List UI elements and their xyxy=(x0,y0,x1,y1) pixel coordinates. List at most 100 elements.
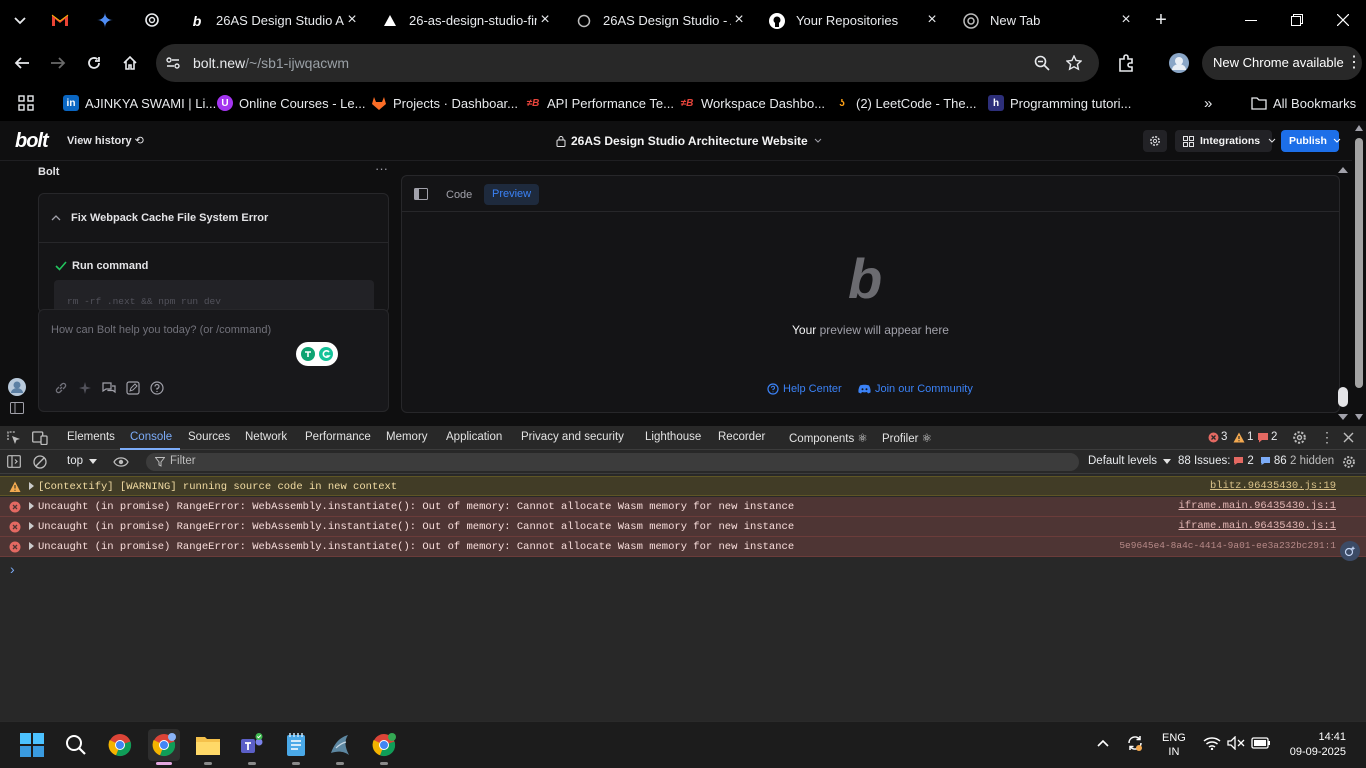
tab-search-icon[interactable] xyxy=(4,6,36,34)
console-message-error[interactable]: Uncaught (in promise) RangeError: WebAss… xyxy=(0,537,1366,557)
chrome-active-taskbar-icon[interactable] xyxy=(148,729,180,761)
issues-counter[interactable]: 2 xyxy=(1257,431,1277,443)
file-explorer-icon[interactable] xyxy=(192,729,224,761)
console-prompt[interactable]: › xyxy=(10,561,15,577)
pinned-tab-gemini[interactable] xyxy=(89,6,121,34)
mysql-workbench-icon[interactable] xyxy=(324,729,356,761)
expand-arrow-icon[interactable] xyxy=(29,522,34,530)
restore-icon[interactable] xyxy=(1274,0,1320,40)
devtools-tab-console[interactable]: Console xyxy=(130,431,172,443)
window-close-icon[interactable] xyxy=(1320,0,1366,40)
reload-icon[interactable] xyxy=(80,49,108,77)
devtools-tab-lighthouse[interactable]: Lighthouse xyxy=(645,431,701,443)
new-tab-plus-icon[interactable]: + xyxy=(1145,6,1177,34)
publish-button[interactable]: Publish xyxy=(1281,130,1341,152)
chrome-profile-taskbar-icon[interactable] xyxy=(368,729,400,761)
extensions-icon[interactable] xyxy=(1112,49,1140,77)
live-expression-eye-icon[interactable] xyxy=(113,456,129,468)
devtools-tab-recorder[interactable]: Recorder xyxy=(718,431,765,443)
tab-bolt[interactable]: b 26AS Design Studio Ar × xyxy=(178,4,368,37)
tab-new-tab[interactable]: New Tab × xyxy=(952,4,1142,37)
volume-muted-icon[interactable] xyxy=(1227,736,1245,750)
clear-console-icon[interactable] xyxy=(33,455,47,469)
chevron-up-icon[interactable] xyxy=(51,214,61,221)
console-settings-gear-icon[interactable] xyxy=(1342,455,1356,469)
ai-assistance-icon[interactable] xyxy=(1340,541,1360,561)
devtools-tab-sources[interactable]: Sources xyxy=(188,431,230,443)
console-filter-input[interactable]: Filter xyxy=(146,453,1079,471)
close-icon[interactable]: × xyxy=(1118,12,1134,29)
battery-charging-icon[interactable] xyxy=(1251,736,1271,750)
sync-icon[interactable] xyxy=(1126,734,1144,752)
tab-vercel[interactable]: 26-as-design-studio-fir × xyxy=(371,4,561,37)
scrollbar-thumb[interactable] xyxy=(1355,138,1363,388)
devtools-tab-application[interactable]: Application xyxy=(446,431,502,443)
message-source-link[interactable]: iframe.main.96435430.js:1 xyxy=(1178,520,1336,532)
panel-toggle-icon[interactable] xyxy=(414,188,428,200)
devtools-tab-network[interactable]: Network xyxy=(245,431,287,443)
attach-link-icon[interactable] xyxy=(54,381,70,397)
close-icon[interactable]: × xyxy=(537,12,553,29)
settings-gear-icon[interactable] xyxy=(1143,130,1167,152)
message-source-link[interactable]: 5e9645e4-8a4c-4414-9a01-ee3a232bc291:1 xyxy=(1119,540,1336,551)
profile-avatar[interactable] xyxy=(1165,49,1193,77)
home-icon[interactable] xyxy=(116,49,144,77)
join-community-link[interactable]: Join our Community xyxy=(858,383,973,395)
pinned-tab-chatgpt[interactable] xyxy=(136,6,168,34)
bookmark-udemy[interactable]: U Online Courses - Le... xyxy=(217,92,365,114)
console-sidebar-icon[interactable] xyxy=(7,455,21,468)
devtools-more-icon[interactable]: ⋮ xyxy=(1320,429,1334,446)
sidebar-toggle-icon[interactable] xyxy=(10,402,24,414)
pinned-tab-gmail[interactable] xyxy=(44,6,76,34)
devtools-tab-profiler[interactable]: Profiler ⚛ xyxy=(882,431,932,445)
inner-scroll-up-icon[interactable] xyxy=(1338,167,1348,173)
bookmark-tutorials[interactable]: h Programming tutori... xyxy=(988,92,1131,114)
expand-arrow-icon[interactable] xyxy=(29,482,34,490)
bookmark-workspace[interactable]: ≠B Workspace Dashbo... xyxy=(679,92,825,114)
view-history-button[interactable]: View history ⟲ xyxy=(67,134,144,147)
devtools-tab-elements[interactable]: Elements xyxy=(67,431,115,443)
wifi-icon[interactable] xyxy=(1203,736,1221,750)
expand-arrow-icon[interactable] xyxy=(29,502,34,510)
tab-preview[interactable]: Preview xyxy=(484,184,540,205)
prompt-input-box[interactable]: How can Bolt help you today? (or /comman… xyxy=(38,309,389,412)
zoom-icon[interactable] xyxy=(1034,55,1050,71)
bookmarks-overflow-icon[interactable]: » xyxy=(1204,92,1212,114)
log-levels-dropdown[interactable]: Default levels xyxy=(1088,455,1172,467)
new-chrome-available-button[interactable]: New Chrome available ⋮ xyxy=(1202,46,1362,80)
context-selector[interactable]: top xyxy=(67,455,97,467)
close-icon[interactable]: × xyxy=(731,12,747,29)
system-clock[interactable]: 14:41 09-09-2025 xyxy=(1284,730,1346,760)
expand-arrow-icon[interactable] xyxy=(29,542,34,550)
inner-scrollbar-thumb[interactable] xyxy=(1338,387,1348,407)
more-menu-icon[interactable]: ⋮ xyxy=(1346,46,1362,80)
devtools-tab-memory[interactable]: Memory xyxy=(386,431,428,443)
integrations-button[interactable]: Integrations xyxy=(1175,130,1276,152)
device-toolbar-icon[interactable] xyxy=(32,431,48,445)
scroll-up-arrow-icon[interactable] xyxy=(1355,125,1363,131)
teams-icon[interactable] xyxy=(236,729,268,761)
issues-summary-button[interactable]: 88 Issues: 2 86 xyxy=(1178,455,1287,467)
project-title-dropdown[interactable]: 26AS Design Studio Architecture Website xyxy=(556,134,822,148)
input-language-indicator[interactable]: ENG IN xyxy=(1162,731,1186,759)
inner-scroll-down-icon[interactable] xyxy=(1338,414,1348,420)
site-info-icon[interactable] xyxy=(165,55,181,71)
devtools-close-icon[interactable] xyxy=(1343,432,1354,443)
console-message-warning[interactable]: [Contextify] [WARNING] running source co… xyxy=(0,476,1366,496)
chrome-taskbar-icon[interactable] xyxy=(104,729,136,761)
console-message-error[interactable]: Uncaught (in promise) RangeError: WebAss… xyxy=(0,497,1366,517)
show-hidden-icons-chevron-icon[interactable] xyxy=(1097,739,1109,747)
error-counter[interactable]: 3 xyxy=(1208,431,1227,443)
devtools-tab-performance[interactable]: Performance xyxy=(305,431,371,443)
tab-code[interactable]: Code xyxy=(438,185,480,205)
discuss-icon[interactable] xyxy=(102,381,118,397)
scroll-down-arrow-icon[interactable] xyxy=(1355,414,1363,420)
close-icon[interactable]: × xyxy=(924,12,940,29)
enhance-sparkle-icon[interactable] xyxy=(78,381,94,397)
back-arrow-icon[interactable] xyxy=(8,49,36,77)
search-icon[interactable] xyxy=(60,729,92,761)
message-source-link[interactable]: blitz.96435430.js:19 xyxy=(1210,480,1336,492)
page-scrollbar[interactable] xyxy=(1352,121,1366,426)
grammarly-widget-icon[interactable] xyxy=(296,342,338,366)
devtools-settings-gear-icon[interactable] xyxy=(1292,430,1307,445)
